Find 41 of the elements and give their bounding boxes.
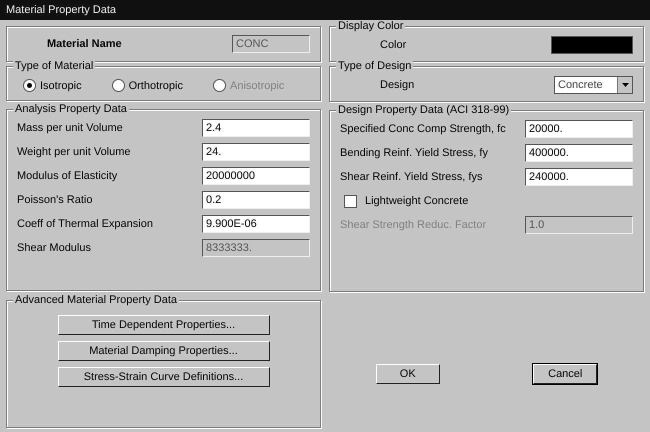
checkbox[interactable]: [344, 194, 357, 208]
field-label: Modulus of Elasticity: [17, 170, 118, 182]
input-field[interactable]: 0.2: [202, 191, 310, 209]
checkbox-label: Lightweight Concrete: [365, 195, 468, 207]
group-title: Analysis Property Data: [13, 103, 129, 115]
input-field[interactable]: 24.: [202, 143, 310, 161]
input-field[interactable]: 2.4: [202, 119, 310, 137]
field-label: Poisson's Ratio: [17, 194, 92, 206]
field-label: Coeff of Thermal Expansion: [17, 218, 153, 230]
input-field[interactable]: 240000.: [525, 168, 633, 186]
field-label: Bending Reinf. Yield Stress, fy: [340, 147, 488, 159]
field-label: Color: [380, 39, 406, 51]
field-label: Shear Modulus: [17, 242, 91, 254]
field-label: Weight per unit Volume: [17, 146, 131, 158]
input-field[interactable]: 20000000: [202, 167, 310, 185]
field-label: Shear Strength Reduc. Factor: [340, 219, 486, 231]
field-label: Material Name: [47, 38, 122, 50]
cancel-button[interactable]: Cancel: [533, 364, 598, 384]
radio-option[interactable]: Orthotropic: [112, 79, 183, 92]
field-label: Design: [380, 79, 414, 91]
input-field[interactable]: 400000.: [525, 144, 633, 162]
field-label: Shear Reinf. Yield Stress, fys: [340, 171, 482, 183]
color-swatch[interactable]: [551, 36, 633, 54]
group-title: Display Color: [336, 20, 406, 32]
window-title: Material Property Data: [0, 0, 650, 20]
group-title: Type of Design: [336, 60, 414, 72]
input-field[interactable]: 9.900E-06: [202, 215, 310, 233]
input-field[interactable]: 20000.: [525, 120, 633, 138]
group-title: Advanced Material Property Data: [13, 294, 180, 306]
group-title: Design Property Data (ACI 318-99): [336, 104, 512, 116]
dialog-button[interactable]: Stress-Strain Curve Definitions...: [58, 367, 270, 387]
dialog-button[interactable]: Time Dependent Properties...: [58, 315, 270, 335]
dialog-button[interactable]: Material Damping Properties...: [58, 341, 270, 361]
material-name-field[interactable]: CONC: [232, 35, 310, 53]
field-label: Mass per unit Volume: [17, 122, 123, 134]
design-dropdown[interactable]: Concrete: [554, 76, 633, 94]
ok-button[interactable]: OK: [376, 364, 440, 384]
group-title: Type of Material: [13, 60, 96, 72]
radio-option[interactable]: Isotropic: [23, 79, 82, 92]
caret-icon: [622, 83, 628, 87]
field-label: Specified Conc Comp Strength, fc: [340, 123, 506, 135]
